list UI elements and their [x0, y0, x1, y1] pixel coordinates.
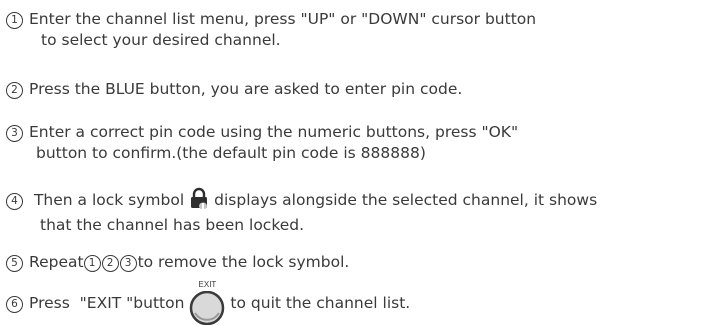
step-2: 2 Press the BLUE button, you are asked to… [6, 79, 462, 100]
step-text: to remove the lock symbol. [137, 253, 350, 271]
lock-icon [188, 187, 210, 215]
exit-button-icon [190, 291, 225, 325]
step-6: 6 Press "EXIT "button EXIT to quit the ch… [6, 280, 411, 325]
step-text: Then a lock symbol [33, 191, 185, 209]
step-number: 6 [6, 296, 23, 313]
exit-button-illustration: EXIT [187, 280, 227, 325]
step-1: 1 Enter the channel list menu, press "UP"… [6, 9, 536, 51]
step-5: 5 Repeat 1 2 3 to remove the lock symbol. [6, 252, 349, 273]
step-text: Press "EXIT "button [29, 294, 185, 312]
step-text: Enter a correct pin code using the numer… [29, 123, 519, 141]
step-text: Repeat [29, 253, 84, 271]
step-number: 2 [6, 82, 23, 99]
step-reference: 2 [101, 255, 119, 272]
step-number: 5 [6, 255, 23, 272]
step-3: 3 Enter a correct pin code using the nume… [6, 122, 518, 164]
instruction-page: 1 Enter the channel list menu, press "UP"… [0, 0, 712, 325]
step-number: 1 [6, 12, 23, 29]
step-number: 4 [6, 193, 23, 210]
step-text: to quit the channel list. [230, 294, 411, 312]
step-text-continued: to select your desired channel. [41, 31, 281, 49]
step-text: Press the BLUE button, you are asked to … [29, 80, 463, 98]
step-4: 4 Then a lock symbol displays alongside … [6, 187, 597, 236]
step-reference: 3 [119, 255, 137, 272]
step-text-continued: that the channel has been locked. [40, 216, 305, 234]
step-text: displays alongside the selected channel,… [214, 191, 598, 209]
step-number: 3 [6, 125, 23, 142]
step-text: Enter the channel list menu, press "UP" … [29, 10, 537, 28]
step-reference: 1 [83, 255, 101, 272]
step-text-continued: button to confirm.(the default pin code … [36, 144, 426, 162]
